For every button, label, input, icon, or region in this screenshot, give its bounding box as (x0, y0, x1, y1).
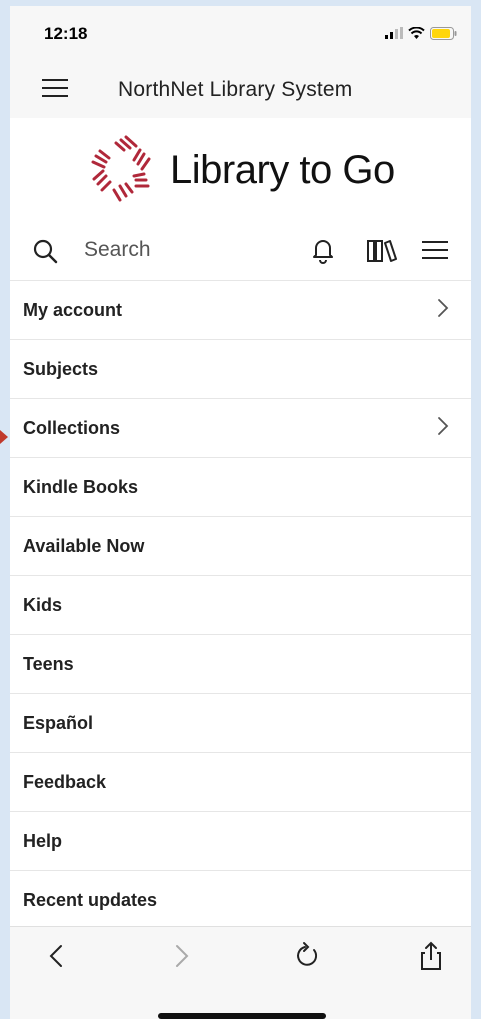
chevron-right-icon (438, 299, 449, 317)
menu-item-feedback[interactable]: Feedback (10, 753, 471, 812)
menu-item-espa-ol[interactable]: Español (10, 694, 471, 753)
phone-screen: 12:18 NorthNet Library System Library to… (10, 6, 471, 1019)
bell-icon[interactable] (310, 236, 336, 264)
menu-item-label: Recent updates (23, 889, 158, 910)
menu-item-subjects[interactable]: Subjects (10, 340, 471, 399)
search-input[interactable]: Search (84, 238, 151, 262)
menu-item-teens[interactable]: Teens (10, 635, 471, 694)
books-icon[interactable] (366, 238, 398, 264)
search-icon[interactable] (32, 238, 58, 264)
menu-item-label: Collections (23, 417, 121, 438)
hamburger-icon[interactable] (42, 78, 68, 98)
menu-item-label: Available Now (23, 535, 145, 556)
browser-toolbar (10, 926, 471, 1019)
menu-toggle-icon[interactable] (422, 240, 448, 260)
wifi-icon (408, 26, 425, 39)
menu-item-label: Subjects (23, 358, 99, 379)
menu-item-recent-updates[interactable]: Recent updates (10, 871, 471, 930)
logo-text: Library to Go (170, 148, 395, 192)
library-logo-icon (91, 135, 151, 202)
signal-icon (385, 27, 403, 39)
site-header: NorthNet Library System (10, 58, 471, 118)
status-bar: 12:18 (10, 6, 471, 58)
menu-item-label: Español (23, 712, 94, 733)
home-indicator (158, 1013, 326, 1019)
chevron-right-icon (438, 417, 449, 435)
site-title: NorthNet Library System (118, 78, 353, 101)
status-icons (385, 26, 457, 40)
menu-item-label: My account (23, 299, 123, 320)
menu-item-available-now[interactable]: Available Now (10, 517, 471, 576)
pointer-arrow (0, 430, 8, 444)
battery-icon (430, 26, 457, 40)
menu-item-help[interactable]: Help (10, 812, 471, 871)
logo-area[interactable]: Library to Go (10, 118, 471, 218)
menu-item-label: Kids (23, 594, 63, 615)
back-icon[interactable] (42, 941, 72, 971)
menu-item-collections[interactable]: Collections (10, 399, 471, 458)
menu-item-label: Teens (23, 653, 74, 674)
forward-icon[interactable] (166, 941, 196, 971)
navigation-menu: My account Subjects Collections Kindle Book… (10, 281, 471, 930)
search-toolbar: Search (10, 218, 471, 281)
menu-item-label: Help (23, 830, 63, 851)
menu-item-kids[interactable]: Kids (10, 576, 471, 635)
menu-item-label: Feedback (23, 771, 107, 792)
status-time: 12:18 (44, 24, 88, 43)
share-icon[interactable] (416, 941, 446, 971)
menu-item-my-account[interactable]: My account (10, 281, 471, 340)
menu-item-label: Kindle Books (23, 476, 139, 497)
menu-item-kindle-books[interactable]: Kindle Books (10, 458, 471, 517)
reload-icon[interactable] (292, 941, 322, 971)
